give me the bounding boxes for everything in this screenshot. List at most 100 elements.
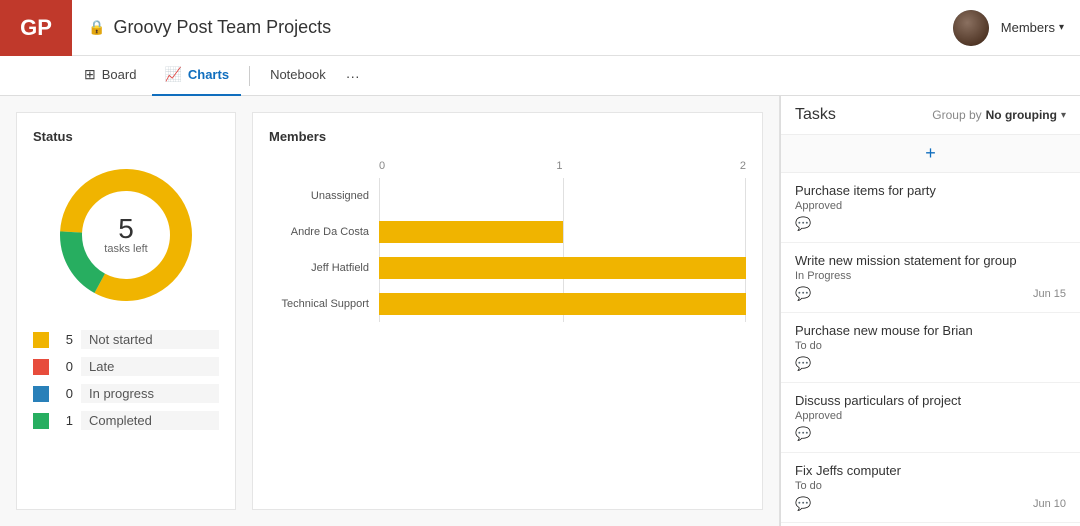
in-progress-color	[33, 386, 49, 402]
task-item[interactable]: Purchase items for party Approved 💬	[781, 173, 1080, 243]
task-footer: 💬	[795, 426, 1066, 442]
board-icon: ⊞	[84, 66, 96, 83]
task-name: Write new mission statement for group	[795, 253, 1066, 268]
axis-label-2: 2	[740, 160, 746, 172]
groupby-area[interactable]: Group by No grouping ▾	[932, 108, 1066, 122]
comment-icon: 💬	[795, 426, 811, 442]
task-item[interactable]: Discuss particulars of project Approved …	[781, 383, 1080, 453]
tab-notebook-label: Notebook	[270, 67, 326, 82]
header-right: Members ▾	[953, 10, 1064, 46]
header-title-area: 🔒 Groovy Post Team Projects	[72, 17, 953, 38]
comment-icon: 💬	[795, 216, 811, 232]
comment-icon: 💬	[795, 356, 811, 372]
axis-label-1: 1	[379, 160, 740, 172]
tasks-panel: Tasks Group by No grouping ▾ + Purchase …	[780, 96, 1080, 526]
not-started-color	[33, 332, 49, 348]
task-name: Purchase items for party	[795, 183, 1066, 198]
bar-jeff	[379, 257, 746, 279]
task-footer: 💬 Jun 10	[795, 496, 1066, 512]
task-status: To do	[795, 480, 1066, 492]
task-status: Approved	[795, 200, 1066, 212]
groupby-chevron-icon: ▾	[1061, 110, 1066, 121]
late-count: 0	[57, 359, 73, 374]
bar-area-jeff	[379, 257, 746, 279]
tab-board-label: Board	[102, 67, 137, 82]
groupby-label: Group by	[932, 108, 981, 122]
not-started-count: 5	[57, 332, 73, 347]
task-name: Discuss particulars of project	[795, 393, 1066, 408]
task-item[interactable]: Purchase new mouse for Brian To do 💬	[781, 313, 1080, 383]
bar-chart-area: 0 1 2 Unassigned	[269, 160, 746, 322]
bar-row-jeff: Jeff Hatfield	[269, 250, 746, 286]
avatar-image	[953, 10, 989, 46]
tab-divider	[249, 66, 250, 86]
tab-notebook[interactable]: Notebook	[258, 56, 338, 96]
left-panel: Status 5 tasks left	[0, 96, 780, 526]
late-label: Late	[81, 357, 219, 376]
avatar	[953, 10, 989, 46]
logo: GP	[0, 0, 72, 56]
comment-icon: 💬	[795, 286, 811, 302]
page-title: Groovy Post Team Projects	[113, 17, 331, 38]
late-color	[33, 359, 49, 375]
donut-center: 5 tasks left	[104, 215, 147, 255]
comment-icon: 💬	[795, 496, 811, 512]
task-status: Approved	[795, 410, 1066, 422]
bar-area-technical	[379, 293, 746, 315]
tasks-list: Purchase items for party Approved 💬 Writ…	[781, 173, 1080, 526]
tab-more-icon[interactable]: ···	[346, 68, 360, 84]
task-footer: 💬	[795, 216, 1066, 232]
legend: 5 Not started 0 Late 0 In progress	[33, 330, 219, 430]
legend-item-not-started: 5 Not started	[33, 330, 219, 349]
bar-label-jeff: Jeff Hatfield	[269, 262, 379, 274]
completed-label: Completed	[81, 411, 219, 430]
add-task-button[interactable]: +	[781, 135, 1080, 173]
task-name: Fix Jeffs computer	[795, 463, 1066, 478]
left-content: Status 5 tasks left	[0, 96, 779, 526]
completed-count: 1	[57, 413, 73, 428]
legend-item-in-progress: 0 In progress	[33, 384, 219, 403]
axis-labels: 0 1 2	[379, 160, 746, 172]
task-item[interactable]: Fix Jeffs computer To do 💬 Jun 10	[781, 453, 1080, 523]
bar-chart-body: Unassigned Andre Da Costa	[269, 178, 746, 322]
tasks-title: Tasks	[795, 106, 836, 124]
legend-item-completed: 1 Completed	[33, 411, 219, 430]
lock-icon: 🔒	[88, 19, 105, 36]
tasks-header: Tasks Group by No grouping ▾	[781, 96, 1080, 135]
bar-label-unassigned: Unassigned	[269, 190, 379, 202]
in-progress-label: In progress	[81, 384, 219, 403]
donut-chart: 5 tasks left	[33, 160, 219, 310]
legend-item-late: 0 Late	[33, 357, 219, 376]
bar-label-technical: Technical Support	[269, 298, 379, 310]
task-date: Jun 10	[1033, 498, 1066, 510]
tasks-count: 5	[118, 215, 134, 243]
bar-row-technical: Technical Support	[269, 286, 746, 322]
task-status: In Progress	[795, 270, 1066, 282]
bar-label-andre: Andre Da Costa	[269, 226, 379, 238]
bar-row-unassigned: Unassigned	[269, 178, 746, 214]
task-status: To do	[795, 340, 1066, 352]
task-footer: 💬	[795, 356, 1066, 372]
main-area: Status 5 tasks left	[0, 96, 1080, 526]
task-item[interactable]: Write new mission statement for group In…	[781, 243, 1080, 313]
charts-icon: 📈	[164, 66, 181, 83]
members-card: Members 0 1 2	[252, 112, 763, 510]
status-title: Status	[33, 129, 219, 144]
in-progress-count: 0	[57, 386, 73, 401]
bar-technical	[379, 293, 746, 315]
members-chevron-icon: ▾	[1059, 22, 1064, 33]
status-card: Status 5 tasks left	[16, 112, 236, 510]
tab-board[interactable]: ⊞ Board	[72, 56, 148, 96]
tab-charts[interactable]: 📈 Charts	[152, 56, 241, 96]
task-date: Jun 15	[1033, 288, 1066, 300]
tab-bar: ⊞ Board 📈 Charts Notebook ···	[0, 56, 1080, 96]
not-started-label: Not started	[81, 330, 219, 349]
bar-andre	[379, 221, 563, 243]
tasks-left-label: tasks left	[104, 243, 147, 255]
add-task-plus-icon: +	[925, 143, 936, 164]
bar-row-andre: Andre Da Costa	[269, 214, 746, 250]
task-name: Purchase new mouse for Brian	[795, 323, 1066, 338]
header: GP 🔒 Groovy Post Team Projects Members ▾	[0, 0, 1080, 56]
members-button[interactable]: Members ▾	[1001, 20, 1064, 35]
bar-area-unassigned	[379, 185, 746, 207]
